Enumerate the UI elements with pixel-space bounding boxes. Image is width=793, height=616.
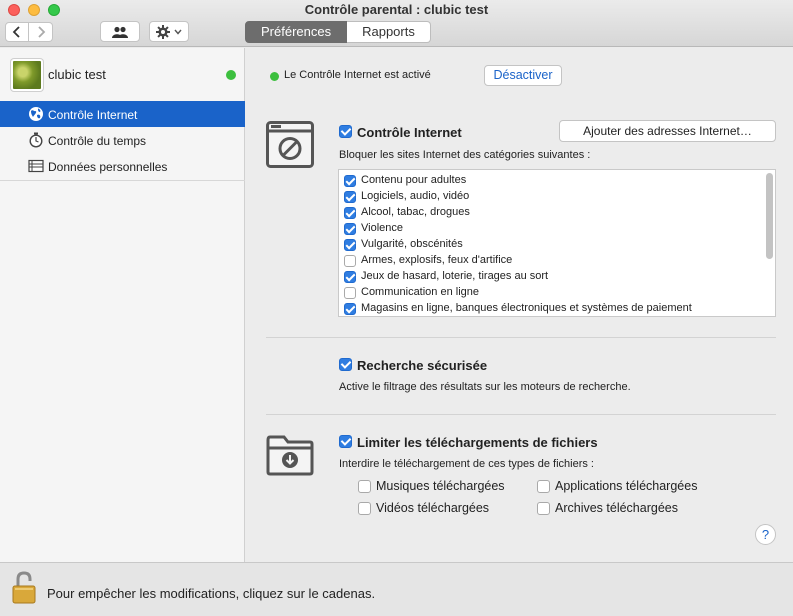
users-icon: [112, 26, 128, 38]
safe-search-description: Active le filtrage des résultats sur les…: [339, 381, 631, 393]
footer-bar: Pour empêcher les modifications, cliquez…: [0, 562, 793, 616]
back-button[interactable]: [5, 22, 29, 42]
stopwatch-icon: [29, 132, 43, 148]
category-checkbox[interactable]: [344, 271, 356, 283]
main-panel: Le Contrôle Internet est activé Désactiv…: [246, 48, 793, 562]
user-row[interactable]: clubic test: [0, 59, 245, 93]
file-type-checkbox[interactable]: [358, 502, 371, 515]
limit-downloads-checkbox[interactable]: [339, 435, 352, 448]
tab-reports[interactable]: Rapports: [347, 21, 431, 43]
list-item[interactable]: Jeux de hasard, loterie, tirages au sort: [339, 269, 759, 285]
category-checkbox[interactable]: [344, 239, 356, 251]
file-type-label: Applications téléchargées: [555, 479, 698, 493]
forward-button[interactable]: [29, 22, 53, 42]
internet-control-checkbox[interactable]: [339, 125, 352, 138]
sidebar-item-label: Contrôle Internet: [48, 108, 138, 122]
category-checkbox[interactable]: [344, 223, 356, 235]
avatar: [11, 59, 43, 91]
sidebar-divider: [0, 180, 245, 181]
add-internet-addresses-button[interactable]: Ajouter des adresses Internet…: [559, 120, 776, 142]
category-label: Jeux de hasard, loterie, tirages au sort: [361, 270, 549, 282]
section-divider: [266, 414, 776, 415]
file-type-label: Archives téléchargées: [555, 501, 678, 515]
sidebar-item-label: Contrôle du temps: [48, 134, 147, 148]
view-tabs: Préférences Rapports: [245, 21, 431, 43]
list-scrollbar[interactable]: [766, 173, 773, 259]
safe-search-title: Recherche sécurisée: [357, 358, 488, 373]
file-type-checkbox[interactable]: [537, 502, 550, 515]
deactivate-button[interactable]: Désactiver: [484, 65, 562, 86]
limit-downloads-title: Limiter les téléchargements de fichiers: [357, 435, 598, 450]
category-checkbox[interactable]: [344, 191, 356, 203]
sidebar-item-personal-data[interactable]: Données personnelles: [0, 153, 245, 179]
action-menu-button[interactable]: [149, 21, 189, 42]
help-button[interactable]: ?: [755, 524, 776, 545]
chevron-left-icon: [12, 26, 20, 38]
file-type-label: Vidéos téléchargées: [376, 501, 490, 515]
category-label: Communication en ligne: [361, 286, 480, 298]
list-item[interactable]: Vulgarité, obscénités: [339, 237, 759, 253]
file-type-checkbox[interactable]: [358, 480, 371, 493]
list-item[interactable]: Alcool, tabac, drogues: [339, 205, 759, 221]
gear-icon: [156, 24, 170, 39]
file-type-checkbox[interactable]: [537, 480, 550, 493]
category-checkbox[interactable]: [344, 207, 356, 219]
category-label: Armes, explosifs, feux d'artifice: [361, 254, 513, 266]
browser-blocked-icon: [266, 121, 314, 168]
list-item[interactable]: Violence: [339, 221, 759, 237]
list-item[interactable]: Magasins en ligne, banques électroniques…: [339, 301, 759, 316]
category-label: Violence: [361, 222, 403, 234]
sidebar-item-label: Données personnelles: [48, 160, 168, 174]
contacts-icon: [28, 159, 44, 173]
lock-instructions: Pour empêcher les modifications, cliquez…: [47, 586, 376, 601]
sidebar-item-time-control[interactable]: Contrôle du temps: [0, 127, 245, 153]
status-indicator: [270, 72, 279, 81]
category-checkbox[interactable]: [344, 175, 356, 187]
window-title: Contrôle parental : clubic test: [304, 2, 489, 17]
tab-preferences[interactable]: Préférences: [245, 21, 348, 43]
chevron-down-icon: [174, 29, 182, 35]
category-label: Contenu pour adultes: [361, 174, 467, 186]
internet-control-description: Bloquer les sites Internet des catégorie…: [339, 149, 591, 161]
status-text: Le Contrôle Internet est activé: [284, 69, 431, 81]
sidebar: clubic test Contrôle Internet Contrôle d…: [0, 48, 245, 562]
chevron-right-icon: [37, 26, 45, 38]
file-type-label: Musiques téléchargées: [376, 479, 505, 493]
category-checkbox[interactable]: [344, 255, 356, 267]
category-label: Vulgarité, obscénités: [361, 238, 463, 250]
list-item[interactable]: Communication en ligne: [339, 285, 759, 301]
list-item[interactable]: Contenu pour adultes: [339, 173, 759, 189]
section-divider: [266, 337, 776, 338]
title-bar: Contrôle parental : clubic test Préféren…: [0, 0, 793, 47]
category-checkbox[interactable]: [344, 287, 356, 299]
list-item[interactable]: Logiciels, audio, vidéo: [339, 189, 759, 205]
sidebar-item-internet-control[interactable]: Contrôle Internet: [0, 101, 245, 127]
category-label: Magasins en ligne, banques électroniques…: [361, 302, 692, 314]
padlock-icon[interactable]: [12, 571, 36, 605]
navigation-buttons: [5, 22, 53, 42]
list-item[interactable]: Armes, explosifs, feux d'artifice: [339, 253, 759, 269]
safe-search-checkbox[interactable]: [339, 358, 352, 371]
users-button[interactable]: [100, 21, 140, 42]
online-status-indicator: [226, 70, 236, 80]
download-folder-icon: [266, 435, 314, 476]
limit-downloads-description: Interdire le téléchargement de ces types…: [339, 458, 594, 470]
category-list[interactable]: Contenu pour adultes Logiciels, audio, v…: [338, 169, 776, 317]
globe-icon: [29, 107, 43, 121]
internet-control-title: Contrôle Internet: [357, 125, 462, 140]
category-label: Alcool, tabac, drogues: [361, 206, 470, 218]
user-name: clubic test: [48, 67, 106, 82]
category-checkbox[interactable]: [344, 303, 356, 315]
category-label: Logiciels, audio, vidéo: [361, 190, 470, 202]
